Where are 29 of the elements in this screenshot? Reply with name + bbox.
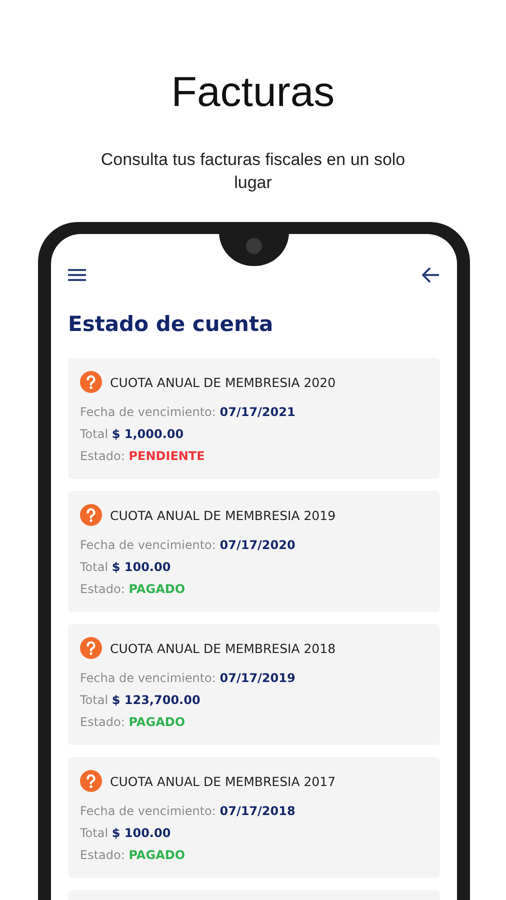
invoice-title: CUOTA ANUAL DE MEMBRESIA 2018 <box>110 640 336 656</box>
total-amount: Total $ 100.00 <box>80 825 172 842</box>
status-line: Estado: PAGADO <box>80 714 186 731</box>
question-icon <box>80 371 102 393</box>
total-amount: Total $ 100.00 <box>80 559 172 576</box>
invoice-card[interactable]: CUOTA ANUAL DE MEMBRESIA 2020 Fecha de vencimiento: 07/17/2021 Total $ 1,000.00 Estado: PENDIENTE <box>68 358 440 479</box>
page-title: Facturas <box>171 67 335 117</box>
total-amount: Total $ 123,700.00 <box>80 692 202 709</box>
invoice-title: CUOTA ANUAL DE MEMBRESIA 2017 <box>110 774 336 788</box>
total-amount: Total $ 1,000.00 <box>80 426 185 443</box>
status-line: Estado: PAGADO <box>80 847 186 864</box>
due-date: Fecha de vencimiento: 07/17/2018 <box>80 803 296 820</box>
invoice-card[interactable]: CUOTA ANUAL DE MEMBRESIA 2018 Fecha de vencimiento: 07/17/2019 Total $ 123,700.00 Estado: PAGADO <box>68 624 440 745</box>
screen-title: Estado de cuenta <box>68 312 274 336</box>
question-icon <box>80 770 102 792</box>
due-date: Fecha de vencimiento: 07/17/2020 <box>80 537 296 554</box>
question-icon <box>80 637 102 659</box>
question-icon <box>80 504 102 526</box>
invoice-card[interactable]: CUOTA ANUAL DE MEMBRESIA 2019 Fecha de vencimiento: 07/17/2020 Total $ 100.00 Estado: PAGADO <box>68 491 440 612</box>
due-date: Fecha de vencimiento: 07/17/2021 <box>80 404 296 421</box>
menu-icon[interactable] <box>68 268 86 282</box>
invoice-title: CUOTA ANUAL DE MEMBRESIA 2020 <box>110 374 336 390</box>
due-date: Fecha de vencimiento: 07/17/2019 <box>80 670 296 687</box>
status-line: Estado: PAGADO <box>80 581 186 598</box>
invoice-card[interactable]: CUOTA ANUAL DE MEMBRESIA 2017 Fecha de vencimiento: 07/17/2018 Total $ 100.00 Estado: PAGADO <box>68 757 440 878</box>
status-line: Estado: PENDIENTE <box>80 448 206 465</box>
invoice-title: CUOTA ANUAL DE MEMBRESIA 2019 <box>110 508 336 522</box>
back-arrow-icon[interactable] <box>422 267 440 283</box>
page-subtitle: Consulta tus facturas fiscales en un solo lugar <box>100 149 406 194</box>
